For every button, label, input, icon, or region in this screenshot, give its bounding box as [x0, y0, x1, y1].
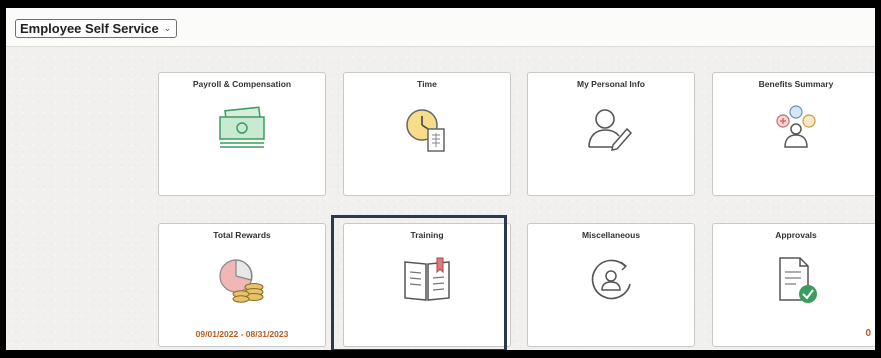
tile-training[interactable]: Training [343, 223, 511, 347]
tile-benefits-summary[interactable]: Benefits Summary [712, 72, 875, 196]
homepage-selector[interactable]: Employee Self Service ⌄ [15, 19, 178, 38]
tile-miscellaneous[interactable]: Miscellaneous [527, 223, 695, 347]
pie-coins-icon [212, 252, 272, 308]
benefits-icon [766, 101, 826, 157]
tile-approvals[interactable]: Approvals 0 [712, 223, 875, 347]
tile-title: Approvals [775, 230, 817, 240]
tile-payroll-compensation[interactable]: Payroll & Compensation [158, 72, 326, 196]
tile-title: Payroll & Compensation [192, 79, 292, 89]
clock-timesheet-icon [397, 101, 457, 157]
open-book-icon [397, 252, 457, 308]
tile-my-personal-info[interactable]: My Personal Info [527, 72, 695, 196]
homepage-selector-label: Employee Self Service [20, 21, 159, 36]
tile-date-range: 09/01/2022 - 08/31/2023 [195, 329, 289, 339]
tile-total-rewards[interactable]: Total Rewards 09/01/2022 - 08/31/2023 [158, 223, 326, 347]
tile-title: Time [417, 79, 437, 89]
tile-title: Training [410, 230, 444, 240]
tile-title: Total Rewards [213, 230, 271, 240]
tile-title: Benefits Summary [758, 79, 834, 89]
person-cycle-icon [581, 252, 641, 308]
top-bar: Employee Self Service ⌄ [6, 8, 875, 47]
tile-title: Miscellaneous [581, 230, 641, 240]
money-icon [212, 101, 272, 157]
chevron-down-icon: ⌄ [163, 23, 172, 33]
tile-title: My Personal Info [576, 79, 645, 89]
app-frame: Employee Self Service ⌄ Payroll & Compen… [6, 8, 875, 350]
tile-time[interactable]: Time [343, 72, 511, 196]
approvals-count: 0 [865, 328, 871, 339]
document-check-icon [766, 252, 826, 308]
person-edit-icon [581, 101, 641, 157]
